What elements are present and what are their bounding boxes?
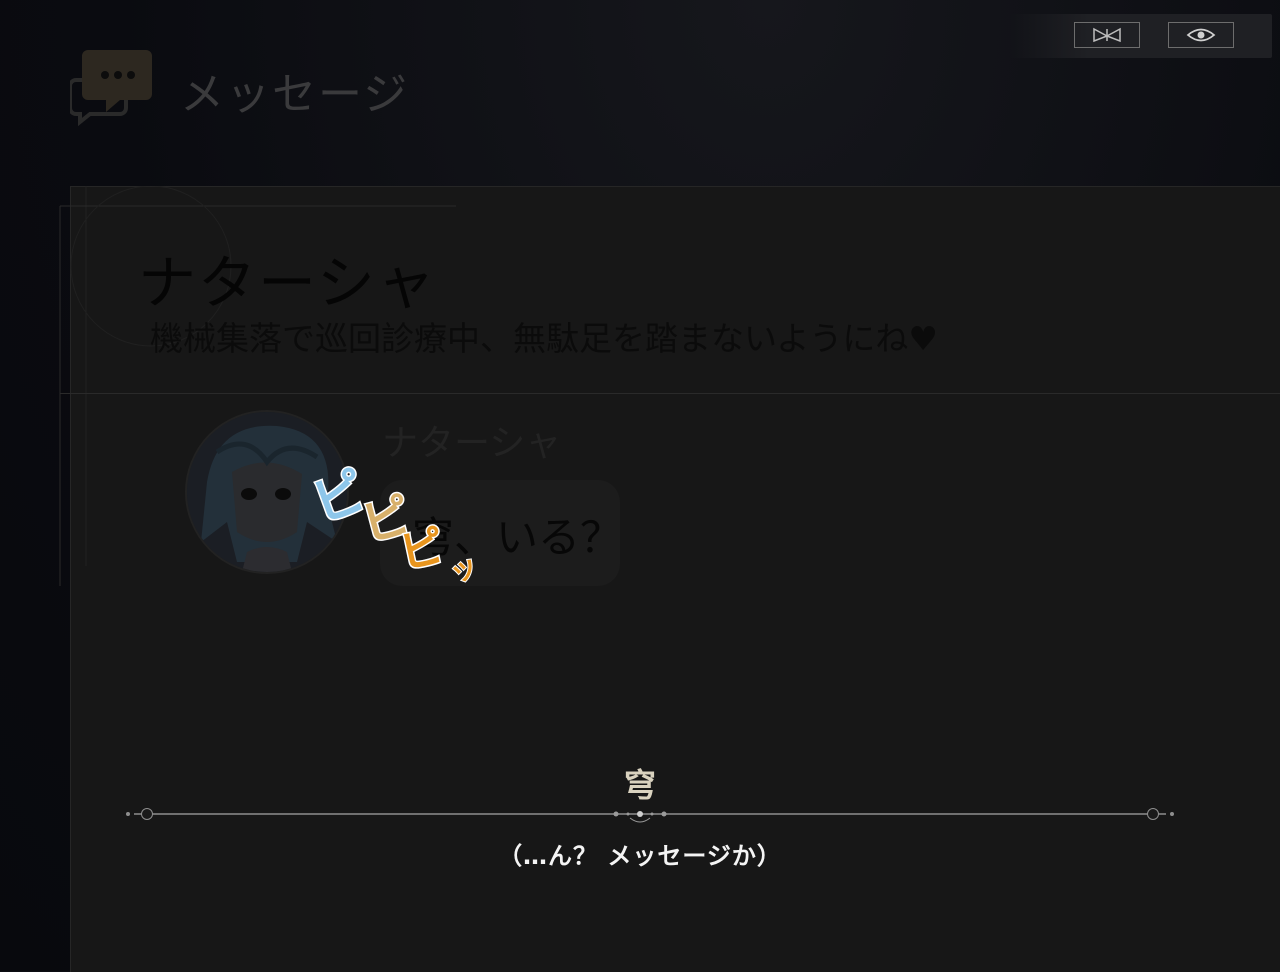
skip-button[interactable] xyxy=(1074,22,1140,48)
hide-ui-button[interactable] xyxy=(1168,22,1234,48)
skip-icon xyxy=(1093,27,1121,43)
top-toolbar xyxy=(1010,14,1272,58)
page-title: メッセージ xyxy=(180,69,410,120)
chat-bubbles-icon xyxy=(70,50,152,126)
eye-icon xyxy=(1186,28,1216,42)
sound-effect-text: ピ ピ ピ ッ xyxy=(303,460,484,590)
svg-text:ッ: ッ xyxy=(444,548,483,590)
dialogue-divider xyxy=(126,808,1174,823)
divider xyxy=(60,393,1280,394)
contact-status: 機械集落で巡回診療中、無駄足を踏まないようにね♥ xyxy=(150,319,938,358)
contact-name: ナターシャ xyxy=(138,249,437,317)
svg-text:ピ: ピ xyxy=(395,521,449,580)
dialogue-text[interactable]: （…ん？ メッセージか） xyxy=(0,836,1280,871)
